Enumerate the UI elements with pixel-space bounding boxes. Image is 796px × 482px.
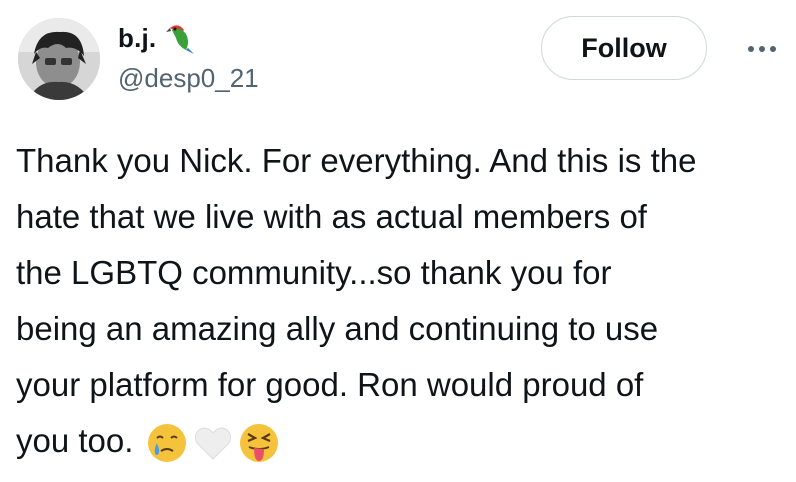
tweet-line: being an amazing ally and continuing to … xyxy=(16,310,659,347)
parrot-icon xyxy=(164,20,200,56)
avatar[interactable] xyxy=(18,18,100,100)
more-options-button[interactable] xyxy=(740,34,784,64)
more-horizontal-icon xyxy=(770,46,776,52)
tweet-line: Thank you Nick. For everything. And this… xyxy=(16,142,697,179)
tweet-last-line: you too. xyxy=(16,413,788,469)
more-horizontal-icon xyxy=(748,46,754,52)
display-name[interactable]: b.j. xyxy=(118,23,156,54)
squinting-tongue-face-icon xyxy=(237,421,281,465)
tweet-line: hate that we live with as actual members… xyxy=(16,198,647,235)
author-handle[interactable]: @desp0_21 xyxy=(118,63,259,94)
white-heart-icon xyxy=(191,421,235,465)
tweet-line: your platform for good. Ron would proud … xyxy=(16,366,644,403)
tweet-text: Thank you Nick. For everything. And this… xyxy=(16,133,788,469)
author-name-row[interactable]: b.j. xyxy=(118,20,200,56)
follow-button[interactable]: Follow xyxy=(541,16,707,80)
crying-face-icon xyxy=(145,421,189,465)
tweet-line: you too. xyxy=(16,422,134,459)
tweet-line: the LGBTQ community...so thank you for xyxy=(16,254,612,291)
more-horizontal-icon xyxy=(759,46,765,52)
